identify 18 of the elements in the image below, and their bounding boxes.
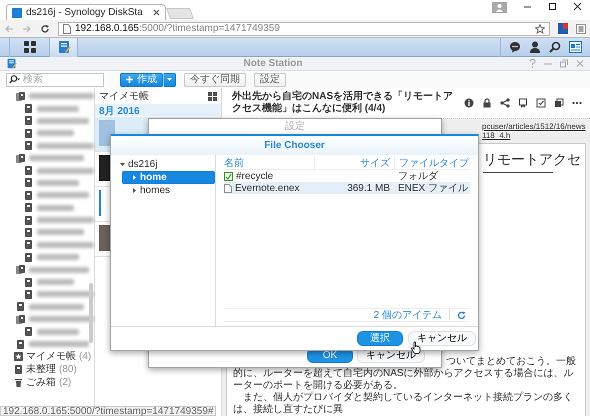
url-host: 192.168.0.165 — [75, 22, 139, 36]
url-path: :5000/?timestamp=1471749359 — [138, 22, 280, 36]
body-paragraph: また、個人がプロバイダと契約しているインターネット接続プランの多くは、接続し直すたびに異 — [233, 392, 574, 416]
file-name: #recycle — [236, 170, 274, 184]
date-group-header: 8月 2016 — [95, 104, 221, 116]
dialog-title: 設定 — [285, 121, 305, 132]
status-bar: 192.168.0.165:5000/?timestamp=1471749359# — [0, 406, 216, 416]
list-title: マイメモ帳 — [99, 90, 149, 104]
file-type: フォルダ — [398, 170, 438, 182]
window-title: Note Station — [244, 58, 302, 69]
file-size: 369.1 MB — [347, 182, 390, 194]
file-name: Evernote.enex — [235, 182, 300, 196]
article-heading: リモートアクセ — [483, 152, 581, 168]
note-title: 外出先から自宅のNASを活用できる「リモートアクセス機能」はこんなに便利 (4/4) — [232, 91, 454, 115]
file-type: ENEX ファイル — [398, 182, 468, 194]
dialog-title: File Chooser — [264, 140, 325, 151]
item-count: 2 個のアイテム — [374, 308, 442, 322]
tab-title: ds216j - Synology DiskSta — [26, 6, 144, 20]
